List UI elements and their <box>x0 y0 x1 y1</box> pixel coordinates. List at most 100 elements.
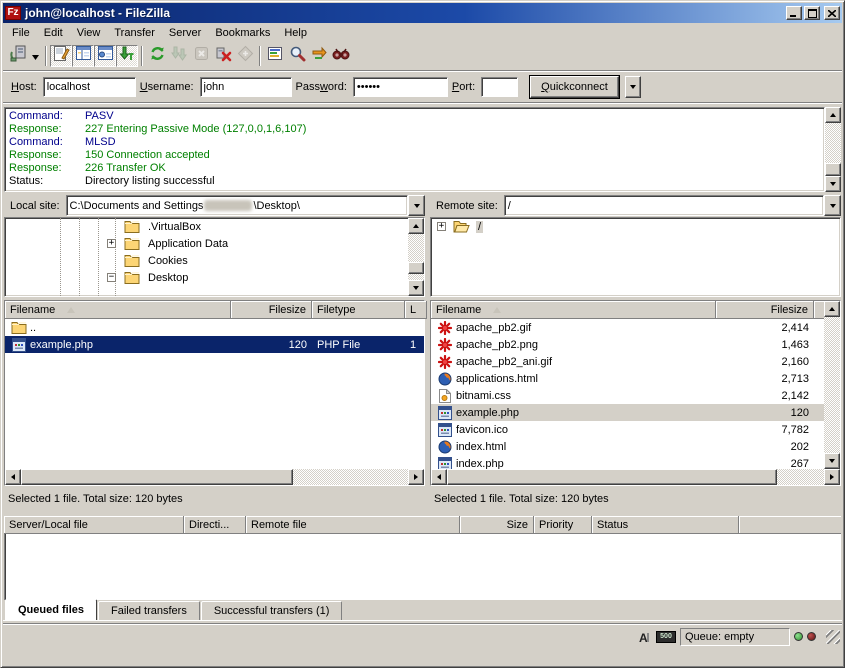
file-cell-size: 2,414 <box>716 319 814 336</box>
site-manager-dropdown-button[interactable] <box>29 45 42 67</box>
column-header-l[interactable]: L <box>405 301 427 319</box>
disconnect-button[interactable] <box>212 45 234 67</box>
menu-item-help[interactable]: Help <box>277 25 314 41</box>
tree-item-label: Cookies <box>146 255 190 267</box>
tab-queued-files[interactable]: Queued files <box>5 599 97 620</box>
remote-directory-tree: +/ <box>431 218 840 296</box>
quickconnect-dropdown-button[interactable] <box>625 76 641 98</box>
file-cell-size: 267 <box>716 455 814 469</box>
queue-column-serverlocalfile[interactable]: Server/Local file <box>4 516 184 534</box>
menu-item-file[interactable]: File <box>5 25 37 41</box>
expand-toggle[interactable]: + <box>437 222 446 231</box>
password-input[interactable] <box>353 77 448 97</box>
tab-failed-transfers[interactable]: Failed transfers <box>98 601 200 620</box>
column-header-filetype[interactable]: Filetype <box>312 301 405 319</box>
scroll-thumb[interactable] <box>21 469 293 485</box>
column-header-filename[interactable]: Filename <box>431 301 716 319</box>
file-row[interactable]: bitnami.css2,142 <box>431 387 824 404</box>
local-site-dropdown-button[interactable] <box>408 195 425 216</box>
file-row[interactable]: apache_pb2.gif2,414 <box>431 319 824 336</box>
log-vertical-scrollbar[interactable] <box>825 107 841 192</box>
css-doc-icon <box>436 389 453 403</box>
file-cell-size: 120 <box>716 404 814 421</box>
toggle-queue-button[interactable] <box>116 45 138 67</box>
sync-browsing-button[interactable] <box>308 45 330 67</box>
minimize-button[interactable] <box>786 6 802 20</box>
speed-limits-icon[interactable]: 500 <box>656 631 676 643</box>
expand-toggle[interactable]: + <box>107 239 116 248</box>
menu-item-transfer[interactable]: Transfer <box>107 25 162 41</box>
queue-column-priority[interactable]: Priority <box>534 516 592 534</box>
scroll-up-button[interactable] <box>825 107 841 123</box>
menu-item-view[interactable]: View <box>70 25 108 41</box>
toggle-remote-tree-button[interactable] <box>94 45 116 67</box>
column-header-filesize[interactable]: Filesize <box>716 301 814 319</box>
tree-item[interactable]: .VirtualBox <box>5 218 408 235</box>
remote-vertical-scrollbar[interactable] <box>824 301 840 469</box>
scroll-down-button[interactable] <box>825 176 841 192</box>
close-button[interactable] <box>824 6 840 20</box>
queue-column-size[interactable]: Size <box>460 516 534 534</box>
tree-item[interactable]: +Application Data <box>5 235 408 252</box>
column-header-filesize[interactable]: Filesize <box>231 301 312 319</box>
local-tree-scrollbar[interactable] <box>408 218 424 296</box>
tab-successful-transfers-1-[interactable]: Successful transfers (1) <box>201 601 343 620</box>
scroll-thumb[interactable] <box>825 163 841 176</box>
scroll-thumb[interactable] <box>408 262 424 274</box>
username-input[interactable] <box>200 77 292 97</box>
toggle-log-button[interactable] <box>50 45 72 67</box>
queue-column-status[interactable]: Status <box>592 516 739 534</box>
local-site-combo[interactable]: C:\Documents and Settings\Desktop\ <box>66 195 408 216</box>
find-files-button[interactable] <box>330 45 352 67</box>
file-row[interactable]: applications.html2,713 <box>431 370 824 387</box>
remote-horizontal-scrollbar[interactable] <box>431 469 840 485</box>
compare-button[interactable] <box>286 45 308 67</box>
reconnect-button[interactable] <box>234 45 256 67</box>
collapse-toggle[interactable]: − <box>107 273 116 282</box>
tree-item[interactable]: +/ <box>431 218 840 235</box>
compare-icon <box>289 45 306 67</box>
resize-grip[interactable] <box>826 630 840 644</box>
maximize-button[interactable] <box>804 6 820 20</box>
filter-button[interactable] <box>264 45 286 67</box>
data-type-indicator-icon[interactable]: A <box>634 629 652 645</box>
file-row[interactable]: index.html202 <box>431 438 824 455</box>
queue-column-remotefile[interactable]: Remote file <box>246 516 460 534</box>
quickconnect-button[interactable]: Quickconnect <box>530 76 619 98</box>
file-row[interactable]: example.php120PHP File1 <box>5 336 424 353</box>
local-horizontal-scrollbar[interactable] <box>5 469 424 485</box>
refresh-button[interactable] <box>146 45 168 67</box>
scroll-down-button[interactable] <box>824 453 840 469</box>
column-header-filename[interactable]: Filename <box>5 301 231 319</box>
menu-item-server[interactable]: Server <box>162 25 208 41</box>
tree-item[interactable]: Cookies <box>5 252 408 269</box>
queue-column-directi[interactable]: Directi... <box>184 516 246 534</box>
site-manager-button[interactable] <box>7 45 29 67</box>
file-row[interactable]: example.php120 <box>431 404 824 421</box>
file-row[interactable]: favicon.ico7,782 <box>431 421 824 438</box>
remote-site-combo[interactable]: / <box>504 195 824 216</box>
disconnect-icon <box>215 45 232 67</box>
cancel-button[interactable] <box>190 45 212 67</box>
host-input[interactable] <box>43 77 136 97</box>
scroll-up-button[interactable] <box>824 301 840 317</box>
process-queue-button[interactable] <box>168 45 190 67</box>
file-row[interactable]: index.php267 <box>431 455 824 469</box>
folder-icon <box>123 220 140 233</box>
scroll-left-button[interactable] <box>5 469 21 485</box>
port-input[interactable] <box>481 77 518 97</box>
file-row[interactable]: apache_pb2_ani.gif2,160 <box>431 353 824 370</box>
scroll-right-button[interactable] <box>824 469 840 485</box>
tree-item[interactable]: −Desktop <box>5 269 408 286</box>
file-row[interactable]: apache_pb2.png1,463 <box>431 336 824 353</box>
scroll-right-button[interactable] <box>408 469 424 485</box>
remote-site-dropdown-button[interactable] <box>824 195 841 216</box>
scroll-down-button[interactable] <box>408 280 424 296</box>
scroll-up-button[interactable] <box>408 218 424 234</box>
file-row[interactable]: .. <box>5 319 424 336</box>
toggle-local-tree-button[interactable] <box>72 45 94 67</box>
scroll-left-button[interactable] <box>431 469 447 485</box>
scroll-thumb[interactable] <box>447 469 777 485</box>
menu-item-bookmarks[interactable]: Bookmarks <box>208 25 277 41</box>
menu-item-edit[interactable]: Edit <box>37 25 70 41</box>
